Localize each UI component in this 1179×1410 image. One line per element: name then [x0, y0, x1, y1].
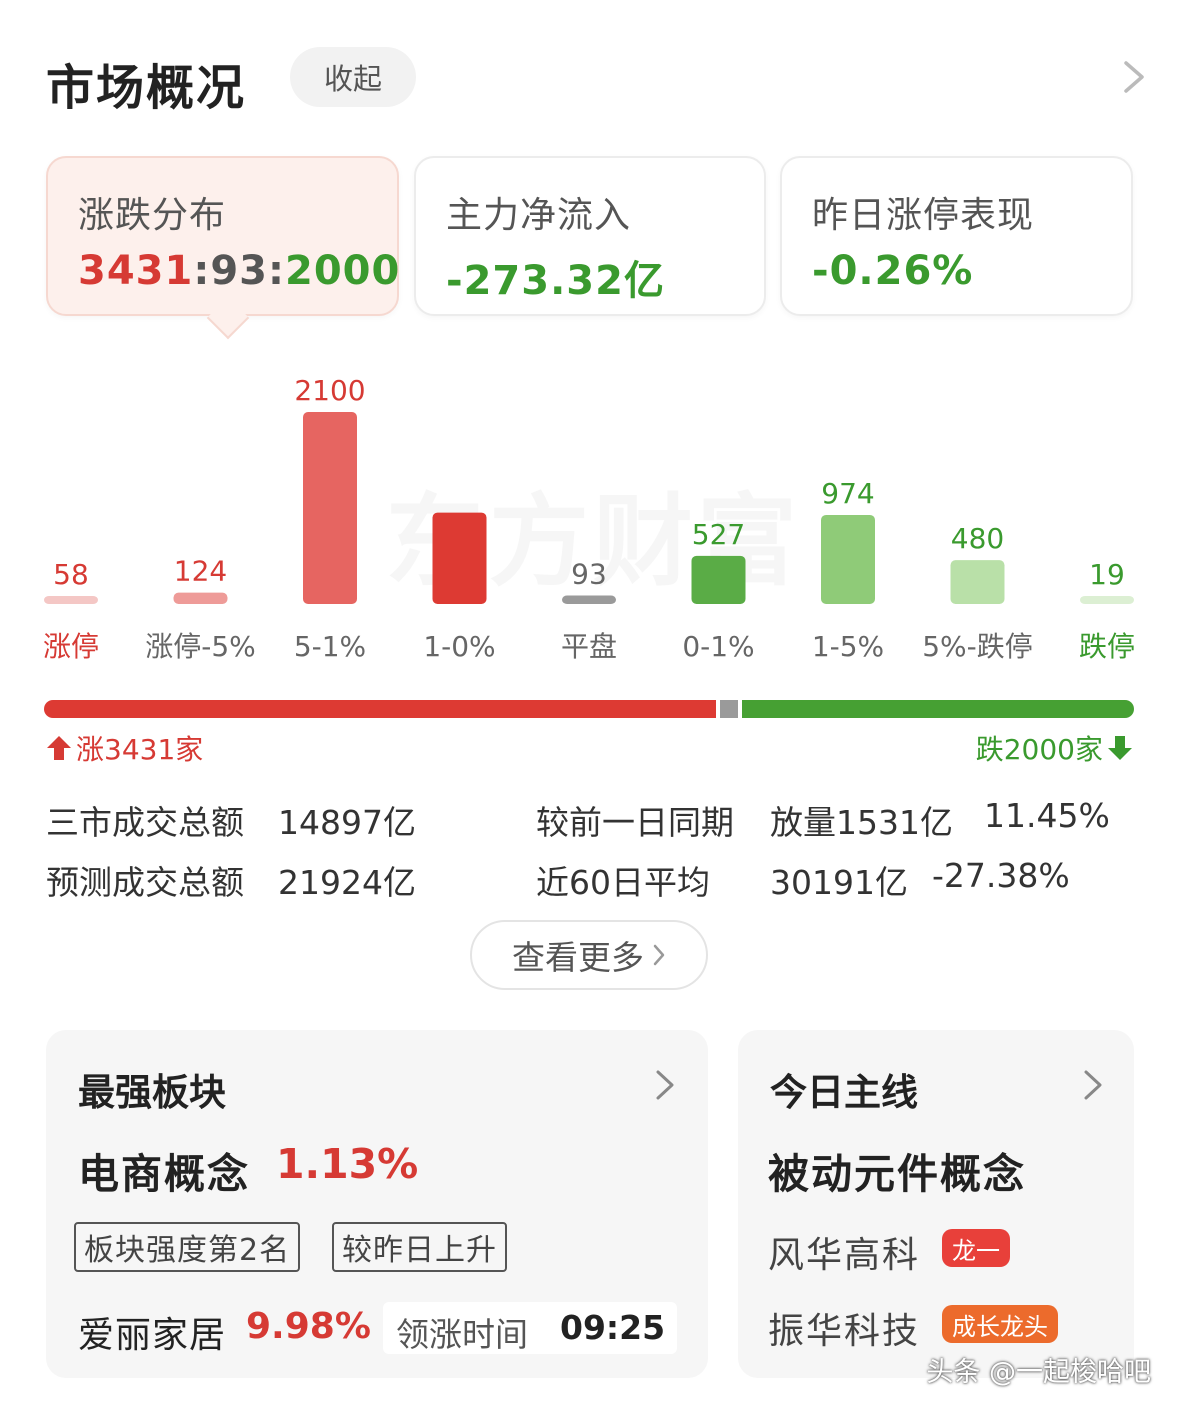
- category-label-7: 5%-跌停: [922, 630, 1033, 663]
- card-value: -273.32亿: [446, 258, 665, 304]
- sector-rank-tag: 板块强度第2名: [74, 1222, 301, 1272]
- category-label-0: 涨停: [43, 630, 99, 663]
- bar-7: [950, 560, 1005, 604]
- bar-8: [1080, 596, 1134, 604]
- card-value: 3431:93:2000: [78, 248, 400, 294]
- bar-value-label-4: 93: [571, 557, 607, 590]
- breadth-flat-bar: [720, 700, 739, 718]
- bar-value-label-8: 19: [1089, 558, 1125, 591]
- category-label-6: 1-5%: [812, 630, 884, 663]
- growth-leader-badge: 成长龙头: [942, 1305, 1058, 1343]
- arrow-up-icon: [47, 736, 71, 760]
- chevron-right-icon[interactable]: [1118, 60, 1148, 94]
- forecast-turnover-value: 21924亿: [278, 863, 416, 902]
- bar-value-label-5: 527: [692, 518, 745, 551]
- chevron-right-icon[interactable]: [654, 1068, 676, 1102]
- down-label-text: 跌2000家: [975, 733, 1103, 766]
- collapse-button[interactable]: 收起: [290, 47, 416, 107]
- breadth-up-bar: [44, 700, 717, 718]
- leading-stock-pct: 9.98%: [246, 1306, 371, 1347]
- sector-rise-tag: 较昨日上升: [332, 1222, 507, 1272]
- turnover-value: 14897亿: [278, 803, 416, 842]
- card-title: 今日主线: [770, 1071, 918, 1114]
- category-label-3: 1-0%: [423, 630, 495, 663]
- down-count-label: 跌2000家: [976, 728, 1133, 768]
- leader-badge: 龙一: [942, 1229, 1010, 1267]
- sector-pct: 1.13%: [276, 1140, 419, 1188]
- card-label: 主力净流入: [446, 195, 632, 236]
- card-label: 昨日涨停表现: [812, 195, 1035, 236]
- up-count-label: 涨3431家: [46, 728, 203, 768]
- vs-prev-day-label: 较前一日同期: [536, 803, 734, 842]
- bar-value-label-1: 124: [174, 555, 227, 588]
- bar-4: [562, 595, 616, 604]
- distribution-bar-chart: 58 涨停 124 涨停-5% 2100 5-1% 1-0% 93 平盘 527 0-1% 974 1-…: [43, 374, 1135, 663]
- avg-60d-value: 30191亿: [770, 863, 908, 902]
- lead-time-value: 09:25: [560, 1308, 666, 1347]
- bar-value-label-2: 2100: [294, 374, 365, 407]
- page-title: 市场概况: [46, 60, 247, 116]
- card-title: 最强板块: [78, 1071, 226, 1114]
- turnover-label: 三市成交总额: [46, 803, 244, 842]
- theme-stock-2[interactable]: 振华科技: [768, 1302, 920, 1354]
- card-yesterday-limit-up[interactable]: 昨日涨停表现 -0.26%: [780, 156, 1133, 316]
- bar-6: [821, 514, 875, 604]
- category-label-8: 跌停: [1079, 630, 1135, 663]
- chevron-right-icon: [653, 944, 665, 966]
- separator: :: [193, 248, 211, 294]
- source-watermark: 头条 @一起梭哈吧: [926, 1357, 1151, 1388]
- category-label-5: 0-1%: [682, 630, 754, 663]
- flat-count: 93: [210, 248, 268, 294]
- bar-1: [173, 592, 228, 604]
- bar-2: [303, 412, 357, 604]
- category-label-1: 涨停-5%: [145, 630, 256, 663]
- lead-time-label: 领涨时间: [396, 1315, 528, 1354]
- bar-3: [432, 512, 487, 604]
- avg-60d-pct: -27.38%: [932, 856, 1070, 895]
- view-more-label: 查看更多: [512, 938, 644, 977]
- avg-60d-label: 近60日平均: [536, 863, 710, 902]
- down-count: 2000: [285, 248, 401, 294]
- sector-name[interactable]: 电商概念: [78, 1140, 250, 1200]
- up-count: 3431: [78, 248, 194, 294]
- up-label-text: 涨3431家: [76, 733, 204, 766]
- bar-value-label-7: 480: [951, 522, 1004, 555]
- category-label-2: 5-1%: [294, 630, 366, 663]
- theme-name[interactable]: 被动元件概念: [768, 1140, 1026, 1200]
- chevron-right-icon[interactable]: [1082, 1068, 1104, 1102]
- arrow-down-icon: [1108, 736, 1132, 760]
- theme-stock-1[interactable]: 风华高科: [768, 1226, 920, 1278]
- card-rise-fall-distribution[interactable]: 涨跌分布 3431:93:2000: [46, 156, 399, 316]
- card-main-net-inflow[interactable]: 主力净流入 -273.32亿: [414, 156, 766, 316]
- bar-value-label-6: 974: [821, 477, 874, 510]
- separator: :: [268, 248, 285, 294]
- category-label-4: 平盘: [561, 630, 617, 663]
- leading-stock-name[interactable]: 爱丽家居: [78, 1306, 226, 1358]
- forecast-turnover-label: 预测成交总额: [46, 863, 244, 902]
- card-label: 涨跌分布: [78, 195, 227, 236]
- view-more-button[interactable]: 查看更多: [470, 920, 708, 990]
- volume-increase: 放量1531亿: [770, 803, 953, 842]
- bar-value-label-0: 58: [53, 558, 89, 591]
- volume-change-pct: 11.45%: [984, 796, 1110, 835]
- bar-0: [44, 596, 98, 604]
- breadth-down-bar: [742, 700, 1134, 718]
- card-value: -0.26%: [812, 248, 974, 294]
- bar-5: [691, 555, 746, 604]
